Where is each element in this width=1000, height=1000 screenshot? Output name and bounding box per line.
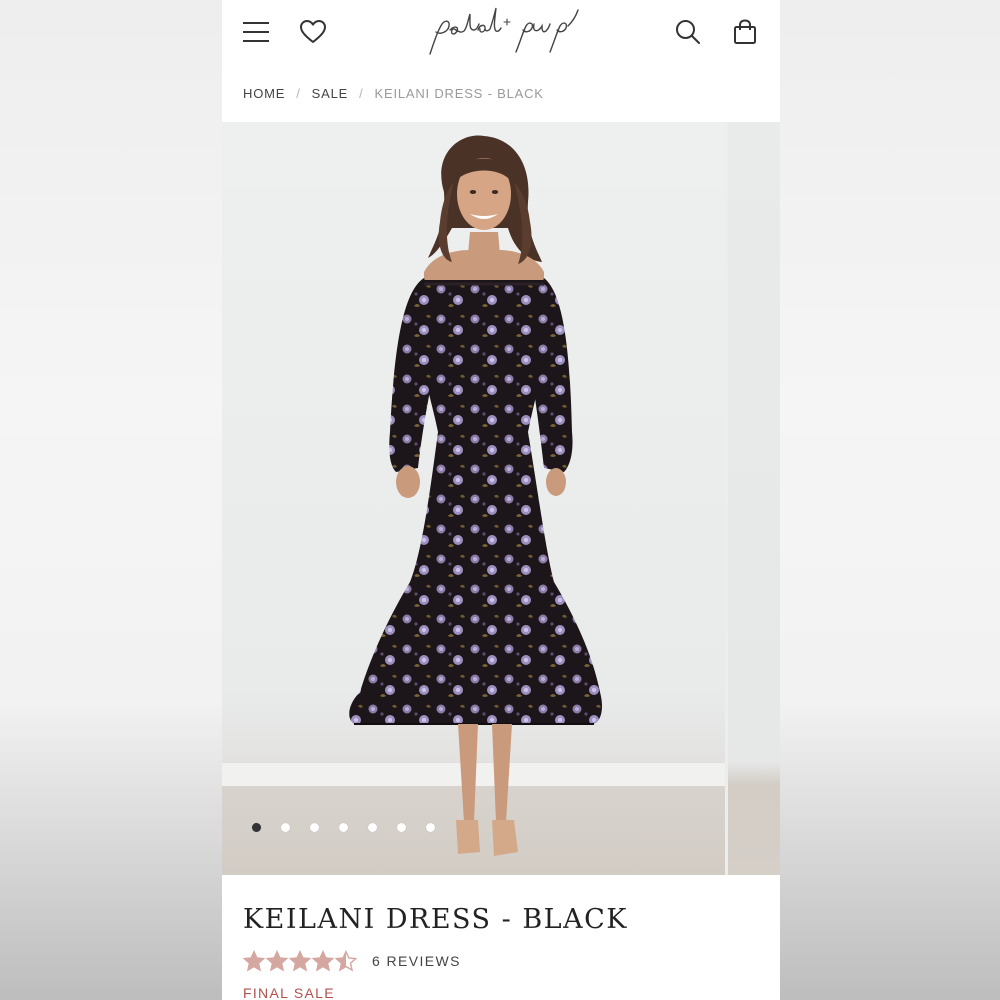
- brand-logo[interactable]: [412, 2, 592, 62]
- product-rating: 6 REVIEWS: [243, 950, 461, 972]
- breadcrumb-home[interactable]: HOME: [243, 86, 285, 101]
- product-image-next-peek[interactable]: [728, 122, 780, 875]
- wishlist-button[interactable]: [295, 14, 331, 50]
- brand-logo-script: [429, 7, 579, 55]
- gallery-dot[interactable]: [252, 823, 261, 832]
- breadcrumb-separator: /: [296, 85, 301, 101]
- product-image-gallery[interactable]: [222, 122, 780, 875]
- star-full-icon: [312, 950, 334, 972]
- rating-stars: [243, 950, 357, 972]
- site-header: [222, 0, 780, 64]
- hamburger-menu-icon: [243, 22, 269, 42]
- shopping-bag-icon: [734, 19, 756, 44]
- gallery-dot[interactable]: [339, 823, 348, 832]
- star-half-icon: [335, 950, 357, 972]
- gallery-dot[interactable]: [368, 823, 377, 832]
- star-full-icon: [243, 950, 265, 972]
- gallery-dot[interactable]: [397, 823, 406, 832]
- breadcrumb-current: KEILANI DRESS - BLACK: [374, 85, 544, 101]
- right-background: [780, 0, 1000, 1000]
- gallery-pagination: [252, 823, 435, 832]
- mobile-page: HOME / SALE / KEILANI DRESS - BLACK KEIL…: [222, 0, 780, 1000]
- gallery-dot[interactable]: [281, 823, 290, 832]
- gallery-dot[interactable]: [310, 823, 319, 832]
- cart-button[interactable]: [727, 14, 763, 50]
- star-full-icon: [289, 950, 311, 972]
- star-full-icon: [266, 950, 288, 972]
- breadcrumb-separator: /: [359, 85, 364, 101]
- heart-icon: [300, 20, 326, 43]
- menu-button[interactable]: [238, 14, 274, 50]
- left-background: [0, 0, 222, 1000]
- gallery-dot[interactable]: [426, 823, 435, 832]
- breadcrumb: HOME / SALE / KEILANI DRESS - BLACK: [243, 84, 544, 102]
- final-sale-label: FINAL SALE: [243, 985, 335, 1000]
- breadcrumb-sale[interactable]: SALE: [312, 86, 348, 101]
- product-photo-model: [349, 135, 602, 856]
- product-image-main[interactable]: [222, 122, 725, 875]
- reviews-link[interactable]: 6 REVIEWS: [372, 953, 461, 969]
- search-button[interactable]: [670, 14, 706, 50]
- search-icon: [676, 20, 700, 44]
- product-title: KEILANI DRESS - BLACK: [243, 904, 628, 935]
